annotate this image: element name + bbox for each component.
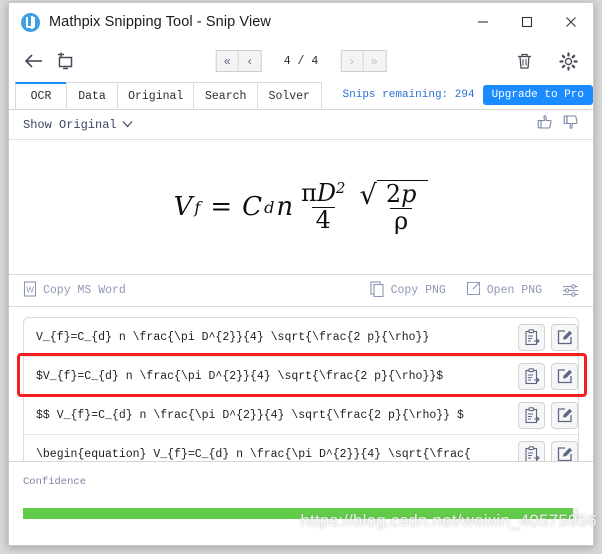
copy-toolbar: W Copy MS Word Copy PNG Open PNG [9, 275, 593, 307]
copy-png-icon [370, 280, 385, 301]
open-png-label: Open PNG [486, 284, 542, 297]
copy-toolbar-right: Copy PNG Open PNG [370, 280, 579, 301]
title-bar: Mathpix Snipping Tool - Snip View [9, 3, 593, 41]
formula-D-exponent: 2 [336, 180, 346, 198]
show-original-dropdown[interactable]: Show Original [23, 118, 133, 132]
trash-icon[interactable] [509, 46, 539, 76]
table-row[interactable]: V_{f}=C_{d} n \frac{\pi D^{2}}{4} \sqrt{… [24, 318, 578, 357]
svg-text:W: W [26, 285, 34, 294]
ocr-pane: Show Original Vf = Cdn πD2 4 √ 2p ρ W Co… [9, 109, 597, 545]
formula-D-var: D [316, 179, 337, 208]
window-controls [461, 3, 593, 41]
watermark-text: https://blog.csdn.net/weixin_40575956 [300, 511, 597, 530]
latex-results-list: V_{f}=C_{d} n \frac{\pi D^{2}}{4} \sqrt{… [23, 317, 579, 474]
page-indicator: 4 / 4 [283, 54, 319, 68]
copy-ms-word-button[interactable]: W Copy MS Word [23, 280, 126, 301]
upgrade-to-pro-button[interactable]: Upgrade to Pro [482, 85, 593, 105]
formula-inner-numerator: 2p [382, 182, 421, 207]
open-png-button[interactable]: Open PNG [466, 281, 542, 300]
row-actions [506, 396, 578, 434]
chevron-down-icon [122, 118, 133, 132]
formula-fraction: πD2 4 [297, 181, 349, 232]
row-actions [506, 357, 578, 395]
pi-symbol: π [301, 179, 317, 208]
first-page-button[interactable]: « [215, 50, 239, 72]
edit-pencil-icon[interactable] [551, 323, 578, 351]
prev-page-button[interactable]: ‹ [238, 50, 262, 72]
tab-search[interactable]: Search [193, 82, 258, 109]
window-title: Mathpix Snipping Tool - Snip View [49, 14, 272, 30]
formula-inner-denominator: ρ [390, 207, 413, 234]
copy-png-button[interactable]: Copy PNG [370, 280, 446, 301]
rendered-formula: Vf = Cdn πD2 4 √ 2p ρ [174, 180, 429, 233]
clipboard-copy-icon[interactable] [518, 362, 545, 390]
tab-original[interactable]: Original [117, 82, 195, 109]
page-navigator: « ‹ 4 / 4 › » [215, 50, 387, 72]
confidence-label: Confidence [23, 476, 87, 488]
nav-toolbar: « ‹ 4 / 4 › » [9, 41, 593, 81]
tab-ocr[interactable]: OCR [15, 82, 67, 109]
formula-fraction-numerator: πD2 [297, 181, 349, 206]
formula-inner-fraction: 2p ρ [382, 182, 421, 233]
formula-inner-num-2: 2 [385, 180, 402, 209]
new-snip-icon[interactable] [49, 46, 79, 76]
copy-png-label: Copy PNG [390, 284, 446, 297]
radical-icon: √ [359, 180, 377, 212]
rendered-formula-area: Vf = Cdn πD2 4 √ 2p ρ [9, 140, 593, 275]
back-arrow-icon[interactable] [19, 46, 49, 76]
tab-bar: OCR Data Original Search Solver Snips re… [9, 81, 593, 109]
gear-icon[interactable] [553, 46, 583, 76]
tab-solver[interactable]: Solver [256, 82, 322, 109]
edit-pencil-icon[interactable] [551, 362, 578, 390]
formula-inner-num-p: p [401, 180, 417, 209]
formula-cd-var: C [242, 192, 263, 222]
mathpix-logo-icon [21, 12, 40, 32]
sliders-settings-icon[interactable] [562, 283, 579, 298]
minimize-button[interactable] [461, 3, 505, 41]
next-page-group: › » [340, 50, 387, 72]
app-window: Mathpix Snipping Tool - Snip View « ‹ 4 … [8, 2, 597, 546]
nav-right-actions [509, 46, 583, 76]
prev-page-group: « ‹ [215, 50, 262, 72]
latex-text: V_{f}=C_{d} n \frac{\pi D^{2}}{4} \sqrt{… [36, 330, 430, 344]
show-original-row: Show Original [9, 110, 593, 140]
latex-text: $$ V_{f}=C_{d} n \frac{\pi D^{2}}{4} \sq… [36, 408, 464, 422]
table-row[interactable]: $$ V_{f}=C_{d} n \frac{\pi D^{2}}{4} \sq… [24, 396, 578, 435]
latex-results-container: V_{f}=C_{d} n \frac{\pi D^{2}}{4} \sqrt{… [9, 307, 593, 474]
formula-lhs-var: V [173, 192, 193, 222]
formula-equals: = [210, 192, 233, 222]
word-document-icon: W [23, 280, 37, 301]
formula-cd-sub: d [264, 197, 275, 217]
formula-lhs-sub: f [194, 197, 201, 217]
thumbs-up-icon[interactable] [537, 114, 553, 135]
open-external-icon [466, 281, 481, 300]
thumbs-down-icon[interactable] [563, 114, 579, 135]
formula-sqrt-radicand: 2p ρ [376, 180, 429, 233]
feedback-buttons [537, 114, 579, 135]
last-page-button[interactable]: » [363, 50, 387, 72]
copy-ms-word-label: Copy MS Word [43, 284, 126, 297]
confidence-section: Confidence https://blog.csdn.net/weixin_… [9, 461, 597, 545]
tab-data[interactable]: Data [66, 82, 118, 109]
maximize-button[interactable] [505, 3, 549, 41]
clipboard-copy-icon[interactable] [518, 323, 545, 351]
show-original-label: Show Original [23, 117, 117, 132]
clipboard-copy-icon[interactable] [518, 401, 545, 429]
formula-fraction-denominator: 4 [311, 206, 335, 233]
row-actions [506, 318, 578, 356]
latex-text: $V_{f}=C_{d} n \frac{\pi D^{2}}{4} \sqrt… [36, 369, 444, 383]
next-page-button[interactable]: › [340, 50, 364, 72]
formula-sqrt: √ 2p ρ [359, 180, 429, 233]
close-button[interactable] [549, 3, 593, 41]
formula-n-var: n [276, 192, 294, 222]
snips-remaining-label: Snips remaining: 294 [342, 89, 475, 101]
edit-pencil-icon[interactable] [551, 401, 578, 429]
table-row[interactable]: $V_{f}=C_{d} n \frac{\pi D^{2}}{4} \sqrt… [24, 357, 578, 396]
